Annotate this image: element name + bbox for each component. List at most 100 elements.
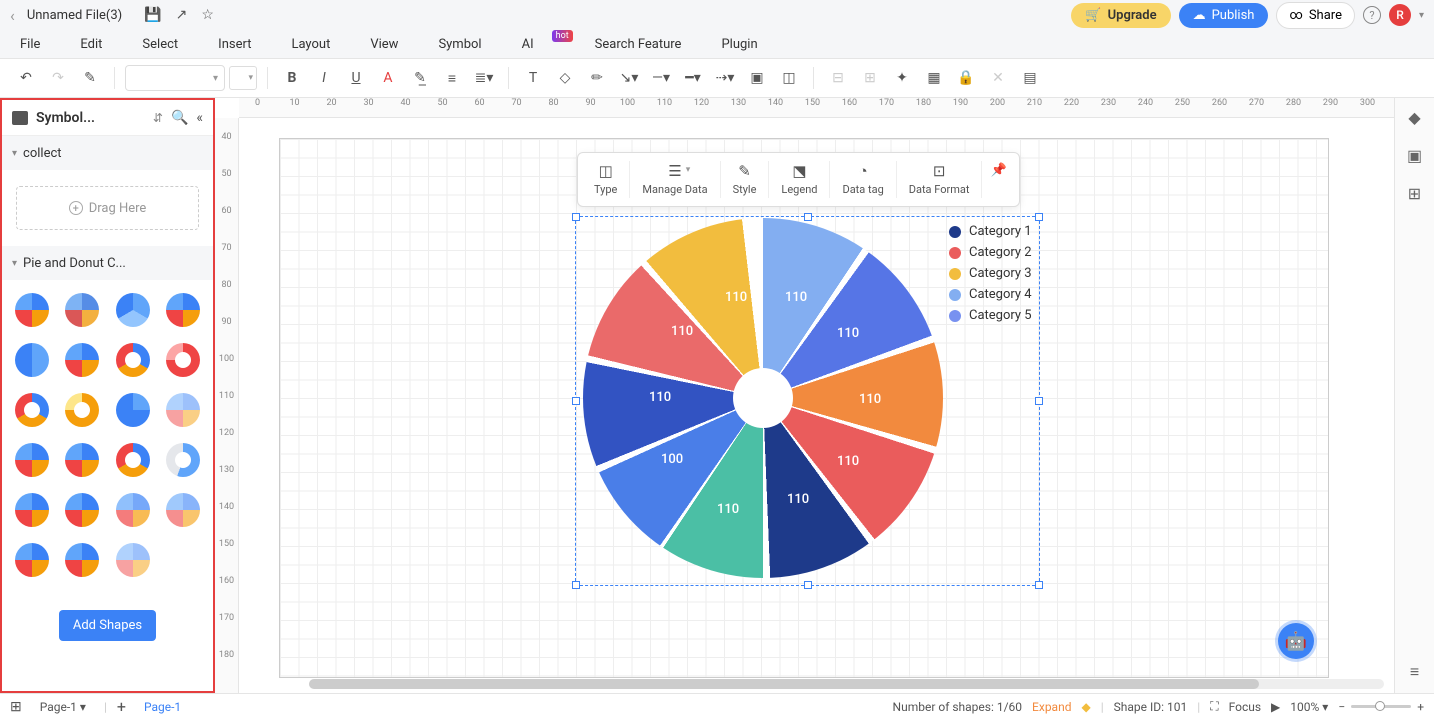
- resize-handle[interactable]: [804, 581, 812, 589]
- properties-panel-icon[interactable]: ▣: [1404, 144, 1426, 166]
- resize-handle[interactable]: [804, 213, 812, 221]
- external-icon[interactable]: ↗: [176, 7, 188, 23]
- chart-shape-thumb[interactable]: [113, 290, 153, 330]
- pie-chart[interactable]: [583, 218, 943, 578]
- expand-link[interactable]: Expand: [1032, 700, 1071, 714]
- fill-panel-icon[interactable]: ◆: [1404, 106, 1426, 128]
- legend-button[interactable]: ⬔ Legend: [769, 161, 830, 198]
- font-size-dropdown[interactable]: ▾: [229, 66, 257, 90]
- resize-handle[interactable]: [1035, 397, 1043, 405]
- upgrade-button[interactable]: 🛒 Upgrade: [1071, 3, 1170, 28]
- menu-insert[interactable]: Insert: [218, 37, 251, 52]
- focus-icon[interactable]: ⛶: [1210, 699, 1218, 714]
- menu-symbol[interactable]: Symbol: [438, 37, 481, 52]
- fill-button[interactable]: ◇: [551, 64, 579, 92]
- chart-shape-thumb[interactable]: [62, 390, 102, 430]
- line-style-button[interactable]: —▾: [647, 64, 675, 92]
- resize-handle[interactable]: [1035, 581, 1043, 589]
- canvas-area[interactable]: 0102030405060708090100110120130140150160…: [215, 98, 1434, 693]
- resize-handle[interactable]: [1035, 213, 1043, 221]
- presentation-button[interactable]: ▤: [1016, 64, 1044, 92]
- format-painter-button[interactable]: ✎: [76, 64, 104, 92]
- menu-select[interactable]: Select: [142, 37, 178, 52]
- ai-chat-bubble[interactable]: 🤖: [1278, 623, 1314, 659]
- image-button[interactable]: ▣: [743, 64, 771, 92]
- search-icon[interactable]: 🔍: [171, 110, 188, 126]
- menu-ai[interactable]: AIhot: [522, 37, 555, 52]
- zoom-out-button[interactable]: −: [1338, 700, 1345, 714]
- add-shapes-button[interactable]: Add Shapes: [59, 610, 156, 641]
- chart-shape-thumb[interactable]: [12, 290, 52, 330]
- chart-shape-thumb[interactable]: [12, 540, 52, 580]
- premium-icon[interactable]: ◆: [1081, 700, 1090, 714]
- menu-view[interactable]: View: [370, 37, 398, 52]
- highlight-button[interactable]: ✎̲: [406, 64, 434, 92]
- chart-shape-thumb[interactable]: [163, 290, 203, 330]
- zoom-slider[interactable]: [1351, 705, 1411, 708]
- back-button[interactable]: ‹: [10, 6, 15, 25]
- pages-icon[interactable]: ⊞: [10, 699, 22, 715]
- resize-handle[interactable]: [572, 397, 580, 405]
- collapse-panel-icon[interactable]: «: [196, 110, 203, 126]
- menu-layout[interactable]: Layout: [291, 37, 330, 52]
- menu-plugin[interactable]: Plugin: [721, 37, 757, 52]
- chart-shape-thumb[interactable]: [12, 390, 52, 430]
- focus-label[interactable]: Focus: [1229, 700, 1261, 714]
- expand-icon[interactable]: ⇵: [153, 111, 163, 125]
- line-spacing-button[interactable]: ≣▾: [470, 64, 498, 92]
- layers-button[interactable]: ▦: [920, 64, 948, 92]
- chart-shape-thumb[interactable]: [62, 340, 102, 380]
- drag-here-zone[interactable]: + Drag Here: [16, 186, 199, 230]
- tools-button[interactable]: ✕: [984, 64, 1012, 92]
- publish-button[interactable]: ☁ Publish: [1179, 3, 1269, 28]
- pin-icon[interactable]: 📌: [982, 161, 1014, 198]
- share-button[interactable]: ∞ Share: [1276, 2, 1355, 29]
- lock-button[interactable]: 🔒: [952, 64, 980, 92]
- avatar[interactable]: R: [1389, 4, 1411, 26]
- help-icon[interactable]: ?: [1363, 6, 1381, 24]
- chart-shape-thumb[interactable]: [113, 440, 153, 480]
- bold-button[interactable]: B: [278, 64, 306, 92]
- zoom-thumb[interactable]: [1375, 701, 1385, 711]
- chart-shape-thumb[interactable]: [163, 340, 203, 380]
- resize-handle[interactable]: [572, 213, 580, 221]
- avatar-chevron-icon[interactable]: ▾: [1419, 10, 1424, 21]
- text-color-button[interactable]: A: [374, 64, 402, 92]
- menu-edit[interactable]: Edit: [80, 37, 102, 52]
- undo-button[interactable]: ↶: [12, 64, 40, 92]
- horizontal-scrollbar[interactable]: [309, 679, 1384, 689]
- text-tool-button[interactable]: T: [519, 64, 547, 92]
- chart-type-button[interactable]: ◫ Type: [582, 161, 630, 198]
- scrollbar-thumb[interactable]: [309, 679, 1259, 689]
- section-pie-donut[interactable]: ▾ Pie and Donut C...: [2, 246, 213, 280]
- zoom-value[interactable]: 100% ▾: [1290, 700, 1328, 714]
- align-objects-button[interactable]: ⊟: [824, 64, 852, 92]
- play-icon[interactable]: ▶: [1271, 700, 1280, 714]
- connector-button[interactable]: ↘▾: [615, 64, 643, 92]
- manage-data-button[interactable]: ☰▾ Manage Data: [630, 161, 720, 198]
- data-format-button[interactable]: ⊡ Data Format: [897, 161, 983, 198]
- section-collect[interactable]: ▾ collect: [2, 136, 213, 170]
- redo-button[interactable]: ↷: [44, 64, 72, 92]
- chart-shape-thumb[interactable]: [163, 390, 203, 430]
- apps-panel-icon[interactable]: ⊞: [1404, 182, 1426, 204]
- add-page-button[interactable]: +: [117, 697, 126, 716]
- menu-search[interactable]: Search Feature: [595, 37, 682, 52]
- list-panel-icon[interactable]: ≡: [1404, 661, 1426, 683]
- crop-button[interactable]: ◫: [775, 64, 803, 92]
- chart-shape-thumb[interactable]: [12, 490, 52, 530]
- resize-handle[interactable]: [572, 581, 580, 589]
- font-dropdown[interactable]: ▾: [125, 65, 225, 91]
- chart-shape-thumb[interactable]: [12, 340, 52, 380]
- align-button[interactable]: ≡: [438, 64, 466, 92]
- group-button[interactable]: ⊞: [856, 64, 884, 92]
- chart-shape-thumb[interactable]: [62, 290, 102, 330]
- zoom-in-button[interactable]: +: [1417, 700, 1424, 714]
- page-dropdown[interactable]: Page-1 ▾: [32, 698, 94, 716]
- italic-button[interactable]: I: [310, 64, 338, 92]
- star-icon[interactable]: ☆: [201, 7, 214, 23]
- arrow-style-button[interactable]: ⇢▾: [711, 64, 739, 92]
- chart-shape-thumb[interactable]: [62, 440, 102, 480]
- chart-shape-thumb[interactable]: [113, 490, 153, 530]
- menu-file[interactable]: File: [20, 37, 40, 52]
